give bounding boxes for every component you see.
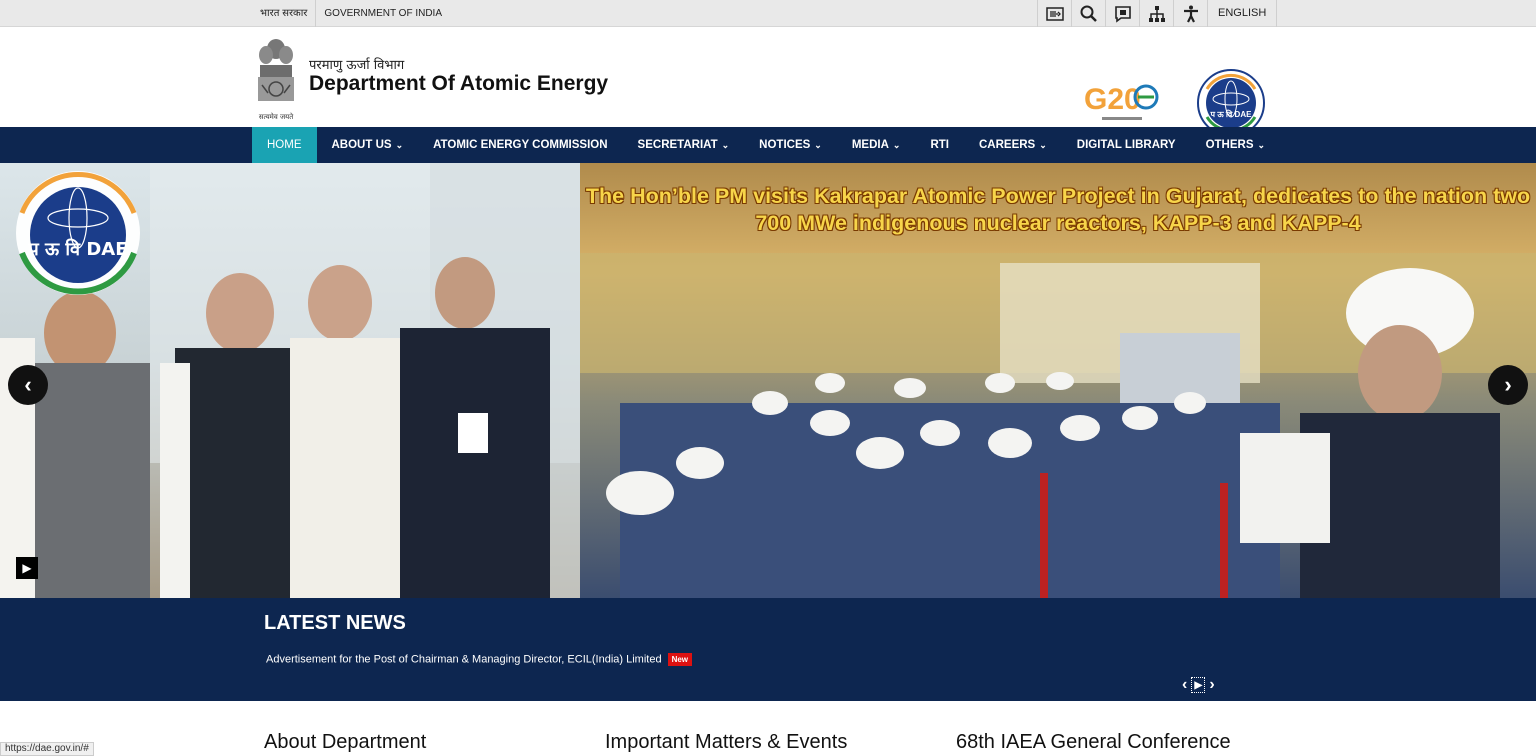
nav-item-careers[interactable]: CAREERS ⌄ bbox=[964, 127, 1062, 163]
accessibility-tools: ENGLISH bbox=[1037, 0, 1278, 27]
g20-text: G20 bbox=[1084, 83, 1141, 116]
nav-item-label: MEDIA bbox=[851, 139, 889, 151]
nav-item-about-us[interactable]: ABOUT US ⌄ bbox=[317, 127, 419, 163]
nav-item-label: HOME bbox=[267, 139, 302, 151]
gov-links: भारत सरकार GOVERNMENT OF INDIA bbox=[252, 0, 450, 27]
nav-item-label: NOTICES bbox=[759, 139, 811, 151]
language-selector[interactable]: ENGLISH bbox=[1207, 0, 1278, 27]
chevron-down-icon: ⌄ bbox=[892, 140, 901, 150]
skip-to-content-button[interactable] bbox=[1037, 0, 1071, 27]
status-bar-url: https://dae.gov.in/# bbox=[0, 742, 94, 756]
about-department-heading: About Department bbox=[264, 731, 427, 753]
chevron-down-icon: ⌄ bbox=[721, 140, 730, 150]
search-button[interactable] bbox=[1071, 0, 1105, 27]
main-nav: HOME ABOUT US ⌄ ATOMIC ENERGY COMMISSION SEC… bbox=[0, 127, 1536, 163]
slider-logo-text: प ऊ वि DAE bbox=[28, 238, 128, 260]
dept-name-hindi: परमाणु ऊर्जा विभाग bbox=[309, 58, 405, 73]
nav-item-label: OTHERS bbox=[1205, 139, 1254, 151]
news-next-button[interactable]: › bbox=[1209, 676, 1214, 694]
nav-item-digital-library[interactable]: DIGITAL LIBRARY bbox=[1062, 127, 1191, 163]
accessibility-icon bbox=[1183, 5, 1198, 22]
iaea-conference-heading: 68th IAEA General Conference bbox=[956, 731, 1231, 753]
emblem-motto: सत्यमेव जयते bbox=[259, 112, 294, 121]
dept-name[interactable]: Department Of Atomic Energy bbox=[309, 72, 608, 96]
skip-to-content-icon bbox=[1045, 6, 1064, 21]
sitemap-icon bbox=[1148, 5, 1165, 22]
nav-item-rti[interactable]: RTI bbox=[915, 127, 964, 163]
nav-item-media[interactable]: MEDIA ⌄ bbox=[837, 127, 916, 163]
slider-next-button[interactable]: › bbox=[1488, 365, 1528, 405]
gov-english-link[interactable]: GOVERNMENT OF INDIA bbox=[316, 0, 450, 27]
play-icon: ▶ bbox=[22, 561, 32, 575]
sitemap-button[interactable] bbox=[1139, 0, 1173, 27]
nav-item-label: RTI bbox=[930, 139, 949, 151]
hero-slider: प ऊ वि DAE The Hon’ble PM visits Kakrapa… bbox=[0, 163, 1536, 598]
nav-item-others[interactable]: OTHERS ⌄ bbox=[1191, 127, 1280, 163]
chevron-down-icon: ⌄ bbox=[1257, 140, 1266, 150]
slide-caption[interactable]: The Hon’ble PM visits Kakrapar Atomic Po… bbox=[580, 183, 1536, 237]
slider-play-button[interactable]: ▶ bbox=[16, 557, 38, 579]
screen-reader-button[interactable] bbox=[1105, 0, 1139, 27]
top-bar: भारत सरकार GOVERNMENT OF INDIA ENGLISH bbox=[0, 0, 1536, 27]
nav-item-label: SECRETARIAT bbox=[637, 139, 718, 151]
site-header: सत्यमेव जयते परमाणु ऊर्जा विभाग Departme… bbox=[0, 27, 1536, 137]
nav-item-atomic-energy-commission[interactable]: ATOMIC ENERGY COMMISSION bbox=[418, 127, 622, 163]
national-emblem-icon[interactable]: सत्यमेव जयते bbox=[252, 35, 300, 123]
accessibility-button[interactable] bbox=[1173, 0, 1207, 27]
nav-item-label: CAREERS bbox=[978, 139, 1036, 151]
nav-item-label: ATOMIC ENERGY COMMISSION bbox=[433, 139, 608, 151]
chevron-down-icon: ⌄ bbox=[395, 140, 404, 150]
nav-item-label: DIGITAL LIBRARY bbox=[1076, 139, 1176, 151]
screen-reader-icon bbox=[1114, 5, 1131, 23]
news-play-button[interactable]: ▶ bbox=[1191, 677, 1206, 693]
nav-item-label: ABOUT US bbox=[331, 139, 392, 151]
gov-hindi-link[interactable]: भारत सरकार bbox=[252, 0, 317, 27]
news-item[interactable]: Advertisement for the Post of Chairman &… bbox=[266, 653, 693, 666]
nav-item-home[interactable]: HOME bbox=[252, 127, 317, 163]
dae-logo-text: प ऊ वि DAE bbox=[1210, 109, 1253, 119]
chevron-right-icon: › bbox=[1504, 372, 1512, 397]
search-icon bbox=[1080, 5, 1097, 22]
nav-item-notices[interactable]: NOTICES ⌄ bbox=[744, 127, 837, 163]
nav-list: HOME ABOUT US ⌄ ATOMIC ENERGY COMMISSION SEC… bbox=[252, 127, 1280, 163]
section-headings: About Department Important Matters & Eve… bbox=[0, 730, 1536, 756]
nav-item-secretariat[interactable]: SECRETARIAT ⌄ bbox=[623, 127, 745, 163]
slide-photo-left: प ऊ वि DAE bbox=[0, 163, 580, 598]
chevron-down-icon: ⌄ bbox=[814, 140, 822, 150]
chevron-left-icon: ‹ bbox=[24, 372, 32, 397]
latest-news: LATEST NEWS Advertisement for the Post o… bbox=[0, 598, 1536, 701]
important-matters-heading: Important Matters & Events bbox=[605, 731, 848, 753]
new-badge: New bbox=[667, 653, 693, 666]
news-item-text[interactable]: Advertisement for the Post of Chairman &… bbox=[266, 653, 662, 665]
news-prev-button[interactable]: ‹ bbox=[1182, 676, 1187, 694]
news-controls: ‹ ▶ › bbox=[1182, 676, 1215, 694]
latest-news-title: LATEST NEWS bbox=[264, 612, 406, 634]
g20-logo-icon: G20 bbox=[1084, 83, 1159, 120]
slider-prev-button[interactable]: ‹ bbox=[8, 365, 48, 405]
slide-photo-left-art: प ऊ वि DAE bbox=[0, 163, 580, 598]
chevron-down-icon: ⌄ bbox=[1039, 140, 1047, 150]
